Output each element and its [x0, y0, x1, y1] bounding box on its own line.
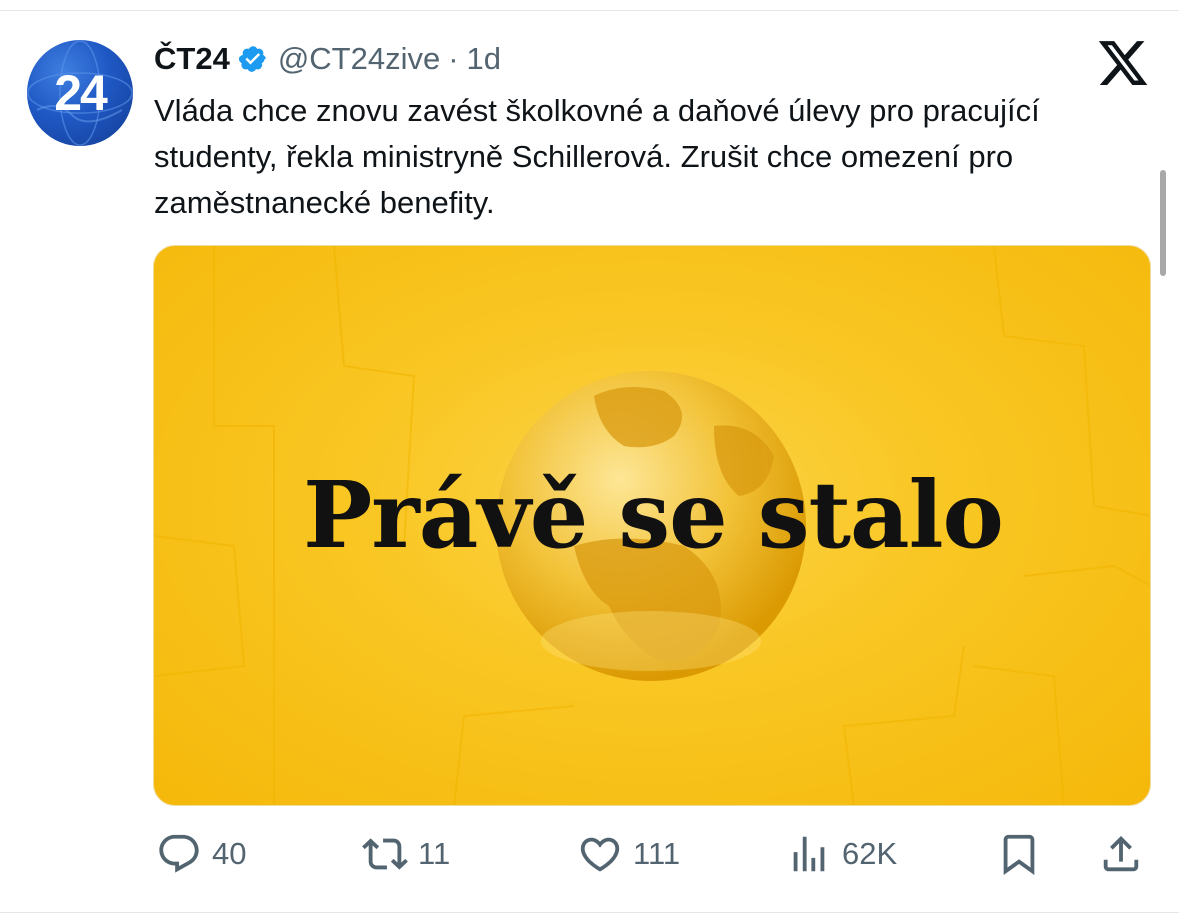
share-button[interactable] [1098, 826, 1144, 882]
scrollbar[interactable] [1160, 170, 1166, 276]
avatar-label: 24 [54, 65, 108, 121]
share-icon [1103, 835, 1139, 872]
bottom-divider [0, 912, 1179, 913]
bookmark-icon [1003, 834, 1035, 875]
media-headline: Právě se stalo [303, 461, 1004, 569]
avatar[interactable]: 24 [27, 40, 133, 146]
like-count: 111 [633, 836, 681, 871]
retweet-button[interactable]: 11 [362, 826, 450, 882]
tweet-card: 24 ČT24 @CT24zive · 1d Vláda chce znovu … [0, 0, 1179, 923]
like-button[interactable]: 111 [577, 826, 680, 882]
user-handle[interactable]: @CT24zive [278, 41, 440, 77]
retweet-count: 11 [418, 836, 451, 871]
bookmark-button[interactable] [996, 826, 1042, 882]
retweet-icon [362, 838, 408, 870]
views-button[interactable]: 62K [786, 826, 897, 882]
separator-dot: · [448, 41, 459, 76]
reply-count: 40 [212, 836, 247, 871]
verified-badge-icon [238, 46, 266, 72]
top-divider [0, 10, 1179, 11]
reply-icon [159, 834, 199, 873]
reply-button[interactable]: 40 [156, 826, 246, 882]
timestamp[interactable]: 1d [467, 41, 501, 77]
media-image[interactable]: Právě se stalo [153, 245, 1151, 806]
views-icon [793, 836, 825, 872]
tweet-header: ČT24 @CT24zive · 1d [154, 38, 501, 80]
tweet-text: Vláda chce znovu zavést školkovné a daňo… [154, 93, 1040, 220]
display-name[interactable]: ČT24 [154, 41, 230, 77]
action-bar: 40 11 111 62K [0, 826, 1179, 882]
x-logo-icon[interactable] [1096, 36, 1150, 90]
heart-icon [580, 837, 620, 872]
views-count: 62K [842, 836, 898, 871]
